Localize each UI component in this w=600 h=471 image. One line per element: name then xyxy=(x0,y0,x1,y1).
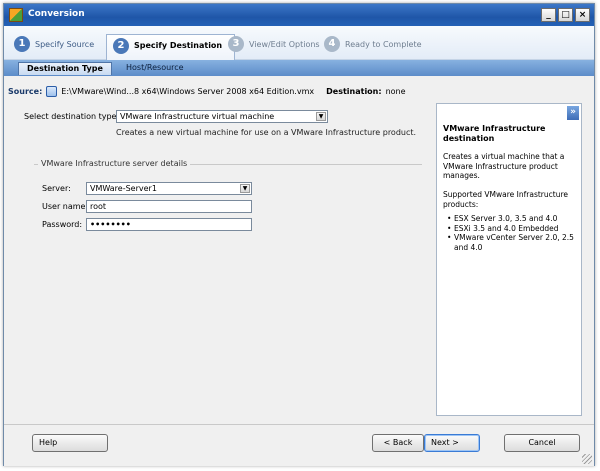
help-supported-label: Supported VMware Infrastructure products… xyxy=(443,190,568,209)
destination-type-select[interactable]: VMware Infrastructure virtual machine ▼ xyxy=(116,110,328,123)
list-item: VMware vCenter Server 2.0, 2.5 and 4.0 xyxy=(447,233,577,252)
help-button[interactable]: Help xyxy=(32,434,108,452)
window-title: Conversion xyxy=(28,9,85,19)
subtab-host-resource[interactable]: Host/Resource xyxy=(118,62,192,75)
title-bar[interactable]: Conversion _ □ × xyxy=(4,4,594,26)
maximize-button[interactable]: □ xyxy=(558,8,573,22)
username-label: User name: xyxy=(42,202,89,211)
resize-grip-icon[interactable] xyxy=(582,454,592,464)
step-number-icon: 3 xyxy=(228,36,244,52)
step-number-icon: 1 xyxy=(14,36,30,52)
step-specify-destination[interactable]: 2 Specify Destination xyxy=(106,34,236,60)
window-controls: _ □ × xyxy=(541,8,590,22)
chevron-down-icon: ▼ xyxy=(316,112,326,121)
help-panel: » VMware Infrastructure destination Crea… xyxy=(436,103,582,416)
back-button[interactable]: < Back xyxy=(372,434,424,452)
conversion-window: Conversion _ □ × 1 Specify Source 2 Spec… xyxy=(3,3,595,466)
server-select[interactable]: VMWare-Server1 ▼ xyxy=(86,182,252,195)
server-details-group-title: VMware Infrastructure server details xyxy=(38,159,191,168)
destination-type-hint: Creates a new virtual machine for use on… xyxy=(116,128,417,137)
collapse-panel-icon[interactable]: » xyxy=(567,106,579,120)
wizard-steps: 1 Specify Source 2 Specify Destination 3… xyxy=(4,26,594,60)
list-item: ESX Server 3.0, 3.5 and 4.0 xyxy=(447,214,577,224)
password-label: Password: xyxy=(42,220,83,229)
button-bar: Help < Back Next > Cancel xyxy=(4,424,594,466)
source-path: E:\VMware\Wind...8 x64\Windows Server 20… xyxy=(61,86,315,96)
app-icon xyxy=(9,8,23,22)
vm-file-icon xyxy=(46,85,58,97)
step-ready-to-complete[interactable]: 4 Ready to Complete xyxy=(324,34,422,54)
subtab-destination-type[interactable]: Destination Type xyxy=(18,62,112,75)
step-label: Ready to Complete xyxy=(345,39,422,49)
server-value: VMWare-Server1 xyxy=(90,184,157,193)
source-info: Source: E:\VMware\Wind...8 x64\Windows S… xyxy=(8,84,588,98)
main-content: Select destination type: VMware Infrastr… xyxy=(8,100,426,420)
subtab-bar: Destination Type Host/Resource xyxy=(4,60,594,76)
step-view-edit-options[interactable]: 3 View/Edit Options xyxy=(228,34,320,54)
close-button[interactable]: × xyxy=(575,8,590,22)
next-button[interactable]: Next > xyxy=(424,434,480,452)
step-label: Specify Source xyxy=(35,39,95,49)
destination-type-label: Select destination type: xyxy=(24,112,120,121)
destination-value: none xyxy=(385,86,406,96)
step-label: Specify Destination xyxy=(134,41,223,50)
help-title: VMware Infrastructure destination xyxy=(443,124,546,143)
source-label: Source: xyxy=(8,86,43,96)
step-specify-source[interactable]: 1 Specify Source xyxy=(14,34,94,54)
username-field[interactable]: root xyxy=(86,200,252,213)
list-item: ESXi 3.5 and 4.0 Embedded xyxy=(447,224,577,234)
minimize-button[interactable]: _ xyxy=(541,8,556,22)
help-description: Creates a virtual machine that a VMware … xyxy=(443,152,565,180)
server-label: Server: xyxy=(42,184,71,193)
password-field[interactable]: •••••••• xyxy=(86,218,252,231)
chevron-down-icon: ▼ xyxy=(240,184,250,193)
step-label: View/Edit Options xyxy=(249,39,320,49)
help-product-list: ESX Server 3.0, 3.5 and 4.0 ESXi 3.5 and… xyxy=(447,214,577,252)
destination-label: Destination: xyxy=(326,86,382,96)
cancel-button[interactable]: Cancel xyxy=(504,434,580,452)
step-number-icon: 2 xyxy=(113,37,129,54)
destination-type-value: VMware Infrastructure virtual machine xyxy=(120,112,275,121)
step-number-icon: 4 xyxy=(324,36,340,52)
